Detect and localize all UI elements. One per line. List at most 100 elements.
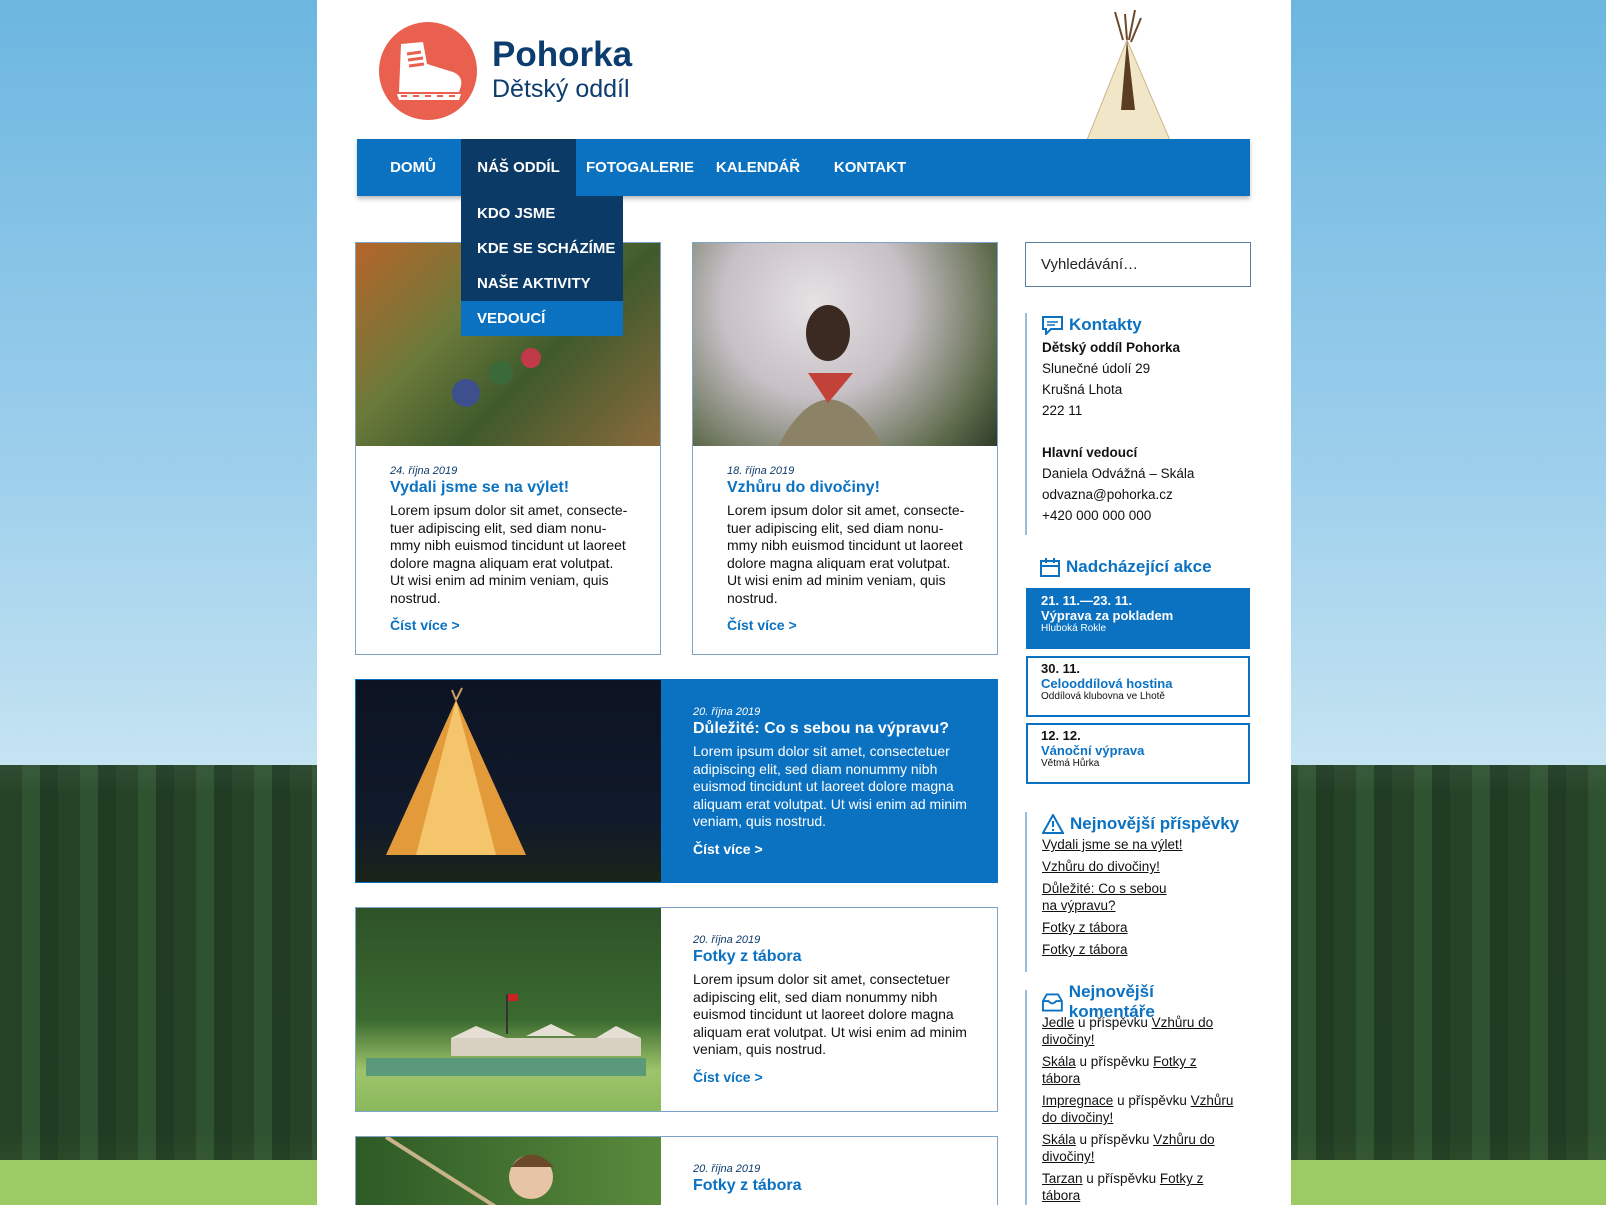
comment-item: Skála u příspěvku Vzhůru do divočiny!: [1042, 1131, 1235, 1165]
comment-item: Tarzan u příspěvku Fotky z tábora: [1042, 1170, 1235, 1204]
post-title[interactable]: Fotky z tábora: [693, 948, 968, 966]
post-title[interactable]: Vzhůru do divočiny!: [727, 479, 967, 497]
comment-joiner: u příspěvku: [1079, 1132, 1150, 1147]
post-photo[interactable]: [356, 908, 661, 1111]
lit-tipi-image: [386, 687, 526, 855]
scout-image: [778, 305, 883, 446]
dropdown-where-we-meet[interactable]: KDE SE SCHÁZÍME: [461, 231, 623, 266]
event-place: Oddílová klubovna ve Lhotě: [1041, 691, 1165, 702]
post-body: 20. října 2019 Fotky z tábora: [693, 1163, 968, 1195]
read-more-link[interactable]: Číst více >: [693, 841, 968, 857]
latest-posts-widget: Nejnovější příspěvky Vydali jsme se na v…: [1025, 812, 1239, 972]
calendar-icon: [1040, 557, 1060, 577]
post-photo[interactable]: [356, 680, 661, 882]
camp-image: [366, 994, 646, 1076]
latest-post-link[interactable]: Fotky z tábora: [1042, 941, 1239, 958]
latest-post-link[interactable]: Důležité: Co s sebou na výpravu?: [1042, 880, 1170, 914]
event-name: Vánoční výprava: [1041, 743, 1145, 758]
inbox-icon: [1042, 993, 1063, 1011]
page: Pohorka Dětský oddíl DOMŮ NÁŠ ODDÍL FOTO…: [317, 0, 1291, 1205]
post-date: 24. října 2019: [390, 465, 458, 477]
post-date: 20. října 2019: [693, 1163, 761, 1175]
nav-dropdown: KDO JSME KDE SE SCHÁZÍME NAŠE AKTIVITY V…: [461, 196, 623, 336]
read-more-link[interactable]: Číst více >: [390, 617, 630, 633]
post-date: 20. října 2019: [693, 934, 761, 946]
dropdown-who-we-are[interactable]: KDO JSME: [461, 196, 623, 231]
event-date: 30. 11.: [1041, 661, 1081, 676]
comment-item: Jedle u příspěvku Vzhůru do divočiny!: [1042, 1014, 1235, 1048]
dropdown-leaders[interactable]: VEDOUCÍ: [461, 301, 623, 336]
contacts-widget: Kontakty Dětský oddíl Pohorka Slunečné ú…: [1025, 313, 1194, 535]
comment-author[interactable]: Skála: [1042, 1132, 1076, 1147]
events-heading: Nadcházející akce: [1040, 555, 1212, 579]
event-place: Větmá Hůrka: [1041, 758, 1100, 769]
post-excerpt: Lorem ipsum dolor sit amet, consectetuer…: [693, 971, 967, 1057]
nav-home[interactable]: DOMŮ: [375, 139, 451, 196]
post-card: 20. října 2019 Fotky z tábora Lorem ipsu…: [355, 907, 998, 1112]
latest-post-link[interactable]: Vydali jsme se na výlet!: [1042, 836, 1239, 853]
read-more-link[interactable]: Číst více >: [693, 1069, 968, 1085]
event-name: Výprava za pokladem: [1041, 608, 1174, 623]
search-input[interactable]: Vyhledávání…: [1025, 242, 1251, 287]
event-date: 21. 11.—23. 11.: [1041, 593, 1133, 608]
post-excerpt: Lorem ipsum dolor sit amet, consectetuer…: [693, 743, 967, 829]
comment-author[interactable]: Skála: [1042, 1054, 1076, 1069]
post-body: 24. října 2019 Vydali jsme se na výlet! …: [390, 465, 630, 633]
comment-author[interactable]: Tarzan: [1042, 1171, 1083, 1186]
nav-gallery[interactable]: FOTOGALERIE: [586, 139, 694, 196]
contact-line: Dětský oddíl Pohorka: [1042, 340, 1181, 355]
event-item[interactable]: 30. 11. Celooddílová hostina Oddílová kl…: [1026, 656, 1250, 717]
event-name: Celooddílová hostina: [1041, 676, 1173, 691]
post-excerpt: Lorem ipsum dolor sit amet, consecte­tue…: [390, 502, 628, 606]
latest-post-link[interactable]: Vzhůru do divočiny!: [1042, 858, 1239, 875]
main-nav: DOMŮ NÁŠ ODDÍL FOTOGALERIE KALENDÁŘ KONT…: [357, 139, 1250, 196]
latest-heading: Nejnovější příspěvky: [1042, 812, 1239, 836]
event-item[interactable]: 21. 11.—23. 11. Výprava za pokladem Hlub…: [1026, 588, 1250, 649]
contact-line: Krušná Lhota: [1042, 382, 1123, 397]
post-card: 18. října 2019 Vzhůru do divočiny! Lorem…: [692, 242, 998, 655]
comment-joiner: u příspěvku: [1078, 1015, 1148, 1030]
post-excerpt: Lorem ipsum dolor sit amet, consecte­tue…: [727, 502, 965, 606]
contact-line: Slunečné údolí 29: [1042, 361, 1151, 376]
event-date: 12. 12.: [1041, 728, 1081, 743]
boot-icon: [397, 42, 462, 100]
chat-icon: [1042, 315, 1063, 335]
nav-calendar[interactable]: KALENDÁŘ: [714, 139, 802, 196]
post-title[interactable]: Vydali jsme se na výlet!: [390, 479, 630, 497]
leader-email[interactable]: odvazna@pohorka.cz: [1042, 484, 1194, 505]
post-card: 20. října 2019 Fotky z tábora: [355, 1136, 998, 1205]
post-date: 20. října 2019: [693, 706, 761, 718]
leader-name: Daniela Odvážná – Skála: [1042, 466, 1195, 481]
post-photo[interactable]: [693, 243, 997, 446]
contact-line: 222 11: [1042, 403, 1083, 418]
post-body: 18. října 2019 Vzhůru do divočiny! Lorem…: [727, 465, 967, 633]
nav-contact[interactable]: KONTAKT: [829, 139, 911, 196]
events-widget: Nadcházející akce: [1025, 555, 1212, 579]
post-title[interactable]: Důležité: Co s sebou na výpravu?: [693, 720, 968, 738]
comment-joiner: u příspěvku: [1079, 1054, 1150, 1069]
contacts-heading: Kontakty: [1042, 313, 1194, 337]
post-body: 20. října 2019 Důležité: Co s sebou na v…: [693, 706, 968, 857]
post-title[interactable]: Fotky z tábora: [693, 1177, 968, 1195]
warning-icon: [1042, 814, 1064, 834]
latest-post-link[interactable]: Fotky z tábora: [1042, 919, 1239, 936]
comment-author[interactable]: Jedle: [1042, 1015, 1074, 1030]
comment-author[interactable]: Impregnace: [1042, 1093, 1113, 1108]
brand-name: Pohorka: [492, 35, 633, 74]
event-item[interactable]: 12. 12. Vánoční výprava Větmá Hůrka: [1026, 723, 1250, 784]
comment-item: Impregnace u příspěvku Vzhůru do divočin…: [1042, 1092, 1235, 1126]
dropdown-activities[interactable]: NAŠE AKTIVITY: [461, 266, 623, 301]
boy-image: [384, 1137, 554, 1205]
post-photo[interactable]: [356, 1137, 661, 1205]
post-card-featured: 20. října 2019 Důležité: Co s sebou na v…: [355, 679, 998, 883]
comments-widget: Nejnovější komentáře Jedle u příspěvku V…: [1025, 982, 1235, 1205]
leader-phone: +420 000 000 000: [1042, 508, 1152, 523]
comments-heading: Nejnovější komentáře: [1042, 982, 1235, 1021]
nav-our-troop[interactable]: NÁŠ ODDÍL: [461, 139, 576, 196]
comment-joiner: u příspěvku: [1117, 1093, 1187, 1108]
latest-title: Nejnovější příspěvky: [1070, 814, 1240, 833]
contacts-title: Kontakty: [1069, 315, 1142, 334]
read-more-link[interactable]: Číst více >: [727, 617, 967, 633]
event-place: Hluboká Rokle: [1041, 623, 1107, 634]
logo[interactable]: [379, 22, 477, 120]
